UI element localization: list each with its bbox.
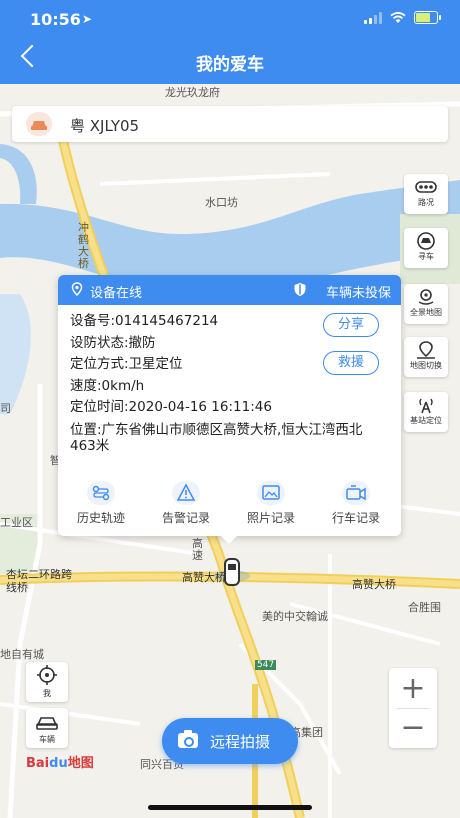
shield-icon <box>294 283 306 296</box>
dashcam-record-button[interactable]: 行车记录 <box>316 481 396 526</box>
locate-me-button[interactable]: 我 <box>26 662 68 702</box>
car-icon <box>36 717 58 730</box>
vehicle-locate-button[interactable]: 车辆 <box>26 708 68 748</box>
map-switch-icon <box>415 341 437 359</box>
tool-label: 路况 <box>418 198 434 207</box>
location-arrow-icon: ➤ <box>82 12 93 26</box>
tool-label: 寻车 <box>418 252 434 261</box>
panorama-button[interactable]: 全景地图 <box>404 284 448 324</box>
vehicle-plate-bar[interactable]: 粤 XJLY05 <box>12 106 448 142</box>
status-time: 10:56 <box>30 10 81 29</box>
traffic-icon <box>415 178 437 196</box>
action-label: 告警记录 <box>161 511 210 525</box>
location-pin-icon <box>71 282 83 296</box>
wifi-icon <box>390 11 406 23</box>
map-label: 高赞大桥 <box>352 578 396 591</box>
page-title: 我的爱车 <box>196 55 264 75</box>
base-station-icon <box>415 396 437 414</box>
vehicle-label: 车辆 <box>39 735 55 744</box>
road-shield: 547 <box>255 660 277 670</box>
tool-label: 地图切换 <box>410 361 442 370</box>
map-label: 高赞大桥 <box>182 571 226 584</box>
home-indicator <box>148 805 312 810</box>
map-label: 冲鹤大桥 <box>78 221 89 270</box>
location-address: 位置:广东省佛山市顺德区高赞大桥,恒大江湾西北463米 <box>70 421 363 454</box>
find-car-button[interactable]: 寻车 <box>404 228 448 268</box>
map-label: 杏坛二环路跨线桥 <box>6 568 72 594</box>
traffic-button[interactable]: 路况 <box>404 174 448 214</box>
popup-actions: 历史轨迹 告警记录 照片记录 行车记录 <box>58 481 401 531</box>
zoom-control: + − <box>389 668 437 748</box>
car-icon <box>26 112 52 136</box>
car-marker-icon[interactable] <box>224 558 240 586</box>
share-button[interactable]: 分享 <box>323 313 379 337</box>
photo-record-icon <box>257 481 285 505</box>
find-car-icon <box>415 232 437 250</box>
locate-time: 定位时间:2020-04-16 16:11:46 <box>70 399 272 416</box>
history-track-icon <box>87 481 115 505</box>
remote-photo-label: 远程拍摄 <box>210 733 271 751</box>
action-label: 行车记录 <box>331 511 380 525</box>
base-station-button[interactable]: 基站定位 <box>404 392 448 432</box>
plate-number: 粤 XJLY05 <box>70 117 140 135</box>
tool-label: 基站定位 <box>410 416 442 425</box>
zoom-in-button[interactable]: + <box>389 670 437 708</box>
map-label: 龙光玖龙府 <box>165 86 220 99</box>
map-label: 司 <box>0 402 11 415</box>
map-switch-button[interactable]: 地图切换 <box>404 337 448 377</box>
map-label: 高速 <box>192 537 203 562</box>
photo-record-button[interactable]: 照片记录 <box>231 481 311 526</box>
remote-photo-button[interactable]: 远程拍摄 <box>162 718 298 764</box>
rescue-button[interactable]: 救援 <box>323 351 379 375</box>
alarm-record-button[interactable]: 告警记录 <box>146 481 226 526</box>
zoom-out-button[interactable]: − <box>389 709 437 747</box>
map-label: 地自有城 <box>0 648 44 661</box>
vehicle-info-popup: 设备在线 车辆未投保 设备号:014145467214 设防状态:撤防 定位方式… <box>58 275 401 544</box>
alarm-icon <box>172 481 200 505</box>
dashcam-icon <box>342 481 370 505</box>
popup-pointer <box>221 536 237 544</box>
signal-icon <box>364 11 382 24</box>
action-label: 历史轨迹 <box>76 511 125 525</box>
popup-header: 设备在线 车辆未投保 <box>58 275 401 305</box>
history-track-button[interactable]: 历史轨迹 <box>61 481 141 526</box>
baidu-map-logo: Baidu地图 <box>26 756 94 771</box>
action-label: 照片记录 <box>246 511 295 525</box>
insurance-status: 车辆未投保 <box>325 286 391 301</box>
camera-icon <box>178 730 198 748</box>
map-label: 合胜围 <box>408 601 441 614</box>
device-online-status: 设备在线 <box>90 286 143 301</box>
defense-status: 设防状态:撤防 <box>70 334 156 351</box>
crosshair-icon <box>37 665 57 685</box>
map-label: 工业区 <box>0 516 33 529</box>
speed: 速度:0km/h <box>70 377 145 394</box>
app-header: 10:56 ➤ 我的爱车 <box>0 0 460 84</box>
status-indicators <box>364 11 441 24</box>
panorama-icon <box>415 288 437 306</box>
map-label: 美的中交翰诚 <box>262 610 328 623</box>
tool-label: 全景地图 <box>410 308 442 317</box>
me-label: 我 <box>43 689 51 698</box>
map-label: 水口坊 <box>205 196 238 209</box>
battery-icon <box>414 11 441 24</box>
